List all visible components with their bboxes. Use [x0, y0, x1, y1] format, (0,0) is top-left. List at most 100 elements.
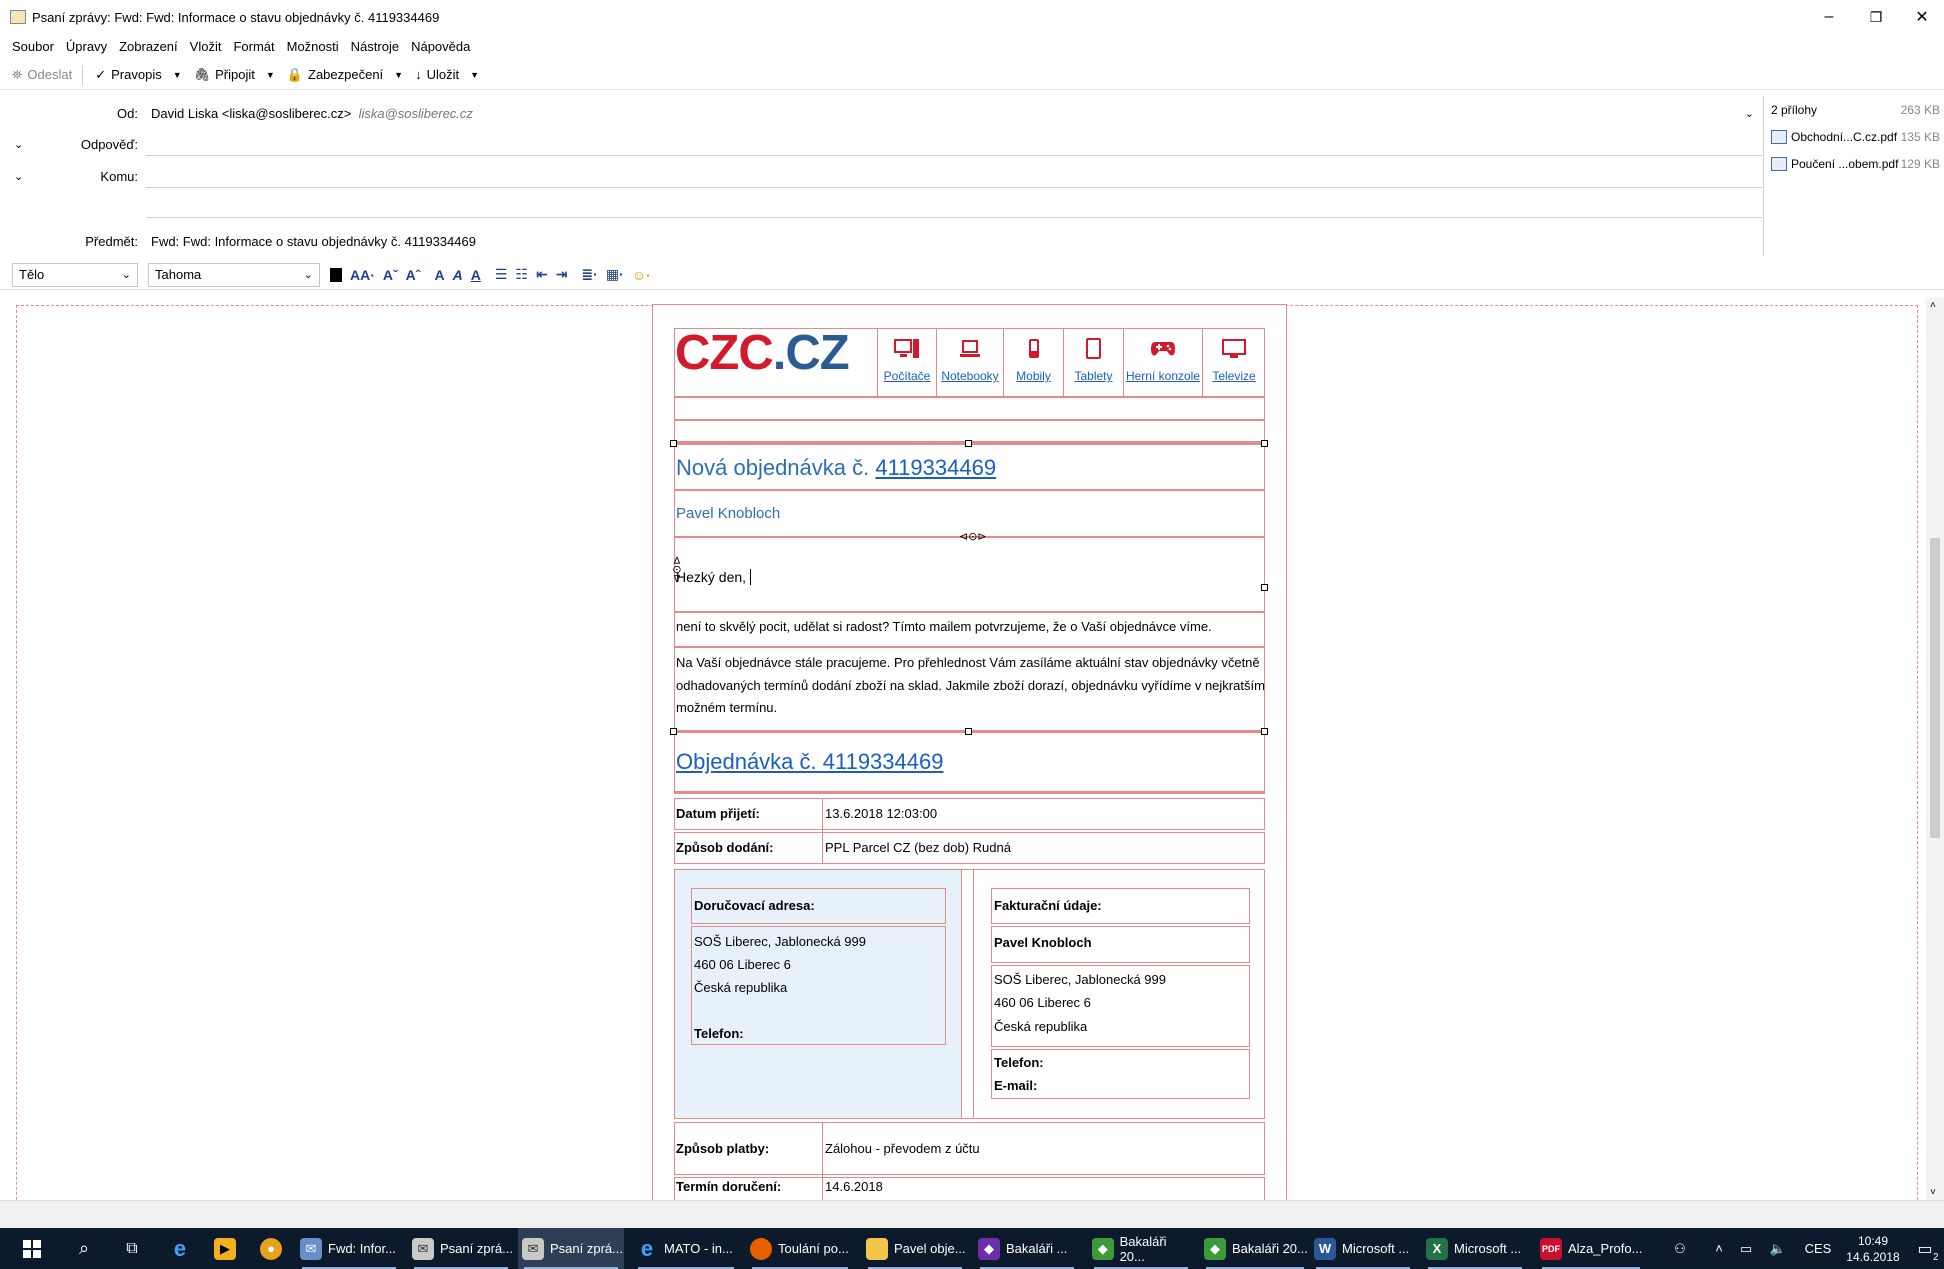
menu-napoveda[interactable]: Nápověda	[411, 39, 470, 54]
save-button[interactable]: ↓ Uložit ▼	[415, 67, 479, 82]
scrollbar-thumb[interactable]	[1930, 538, 1940, 838]
bullet-list-icon[interactable]: ☰	[495, 266, 508, 283]
subject-field[interactable]: Fwd: Fwd: Informace o stavu objednávky č…	[151, 234, 476, 249]
resize-handle[interactable]	[670, 728, 677, 735]
larger-font-icon[interactable]: Aˆ	[406, 267, 421, 283]
nav-mobily[interactable]: Mobily	[1003, 329, 1063, 396]
chevron-down-icon[interactable]: ▼	[470, 70, 479, 80]
chevron-down-icon[interactable]: ▼	[266, 70, 275, 80]
taskbar-item-compose-1[interactable]: ✉ Psaní zprá...	[408, 1228, 514, 1269]
spellcheck-button[interactable]: ✓ Pravopis ▼	[95, 67, 181, 83]
attachment-item[interactable]: Obchodní...C.cz.pdf 135 KB	[1764, 123, 1944, 150]
align-icon[interactable]: ≣·	[581, 266, 597, 283]
column-divider	[822, 798, 823, 864]
taskbar-item-fwd[interactable]: ✉ Fwd: Infor...	[296, 1228, 402, 1269]
start-button[interactable]	[10, 1228, 50, 1269]
taskbar-item-word[interactable]: W Microsoft ...	[1310, 1228, 1416, 1269]
taskbar-item-mato[interactable]: e MATO - in...	[632, 1228, 740, 1269]
clock-date: 14.6.2018	[1846, 1249, 1900, 1264]
font-family-select[interactable]: Tahoma ⌄	[148, 262, 320, 287]
text-color-icon[interactable]	[330, 267, 342, 282]
email-content: CZC.CZ Počítače Notebooky Mobily Tablety…	[652, 304, 1287, 1200]
menu-nastroje[interactable]: Nástroje	[351, 39, 399, 54]
chevron-down-icon[interactable]: ⌄	[1745, 107, 1754, 120]
insert-icon[interactable]: ▦·	[606, 266, 624, 283]
chevron-down-icon[interactable]: ⌄	[14, 170, 23, 183]
extra-recipient-field[interactable]	[146, 217, 1762, 218]
smaller-font-icon[interactable]: Aˇ	[383, 267, 398, 283]
order-heading: Nová objednávka č. 4119334469	[676, 453, 996, 483]
scroll-up-icon[interactable]: ˄	[1930, 300, 1936, 311]
word-icon: W	[1314, 1237, 1336, 1260]
compose-icon: ✉	[412, 1237, 434, 1260]
resize-handle[interactable]	[1261, 584, 1268, 591]
chevron-down-icon[interactable]: ▼	[394, 70, 403, 80]
shipping-value: PPL Parcel CZ (bez dob) Rudná	[825, 840, 1011, 855]
resize-handle[interactable]	[670, 440, 677, 447]
nav-notebooky[interactable]: Notebooky	[936, 329, 1003, 396]
taskbar-item-bakalari-3[interactable]: ◆ Bakaláři 20...	[1200, 1228, 1310, 1269]
menu-soubor[interactable]: Soubor	[12, 39, 54, 54]
order-number-link[interactable]: 4119334469	[875, 455, 996, 480]
task-view-icon[interactable]: ⧉	[110, 1228, 150, 1269]
resize-handle[interactable]	[965, 440, 972, 447]
nav-herni-konzole[interactable]: Herní konzole	[1123, 329, 1202, 396]
table-move-handle-icon[interactable]: ⊲⊙⊳	[959, 530, 987, 543]
indent-icon[interactable]: ⇥	[556, 266, 568, 283]
menu-upravy[interactable]: Úpravy	[66, 39, 107, 54]
nav-pocitace[interactable]: Počítače	[877, 329, 936, 396]
clock[interactable]: 10:49 14.6.2018	[1838, 1228, 1904, 1269]
nav-televize[interactable]: Televize	[1202, 329, 1265, 396]
emoji-icon[interactable]: ☺·	[632, 267, 651, 283]
close-button[interactable]: ✕	[1893, 0, 1944, 34]
taskbar-item-compose-2[interactable]: ✉ Psaní zprá...	[518, 1228, 624, 1269]
chrome-icon[interactable]: ●	[249, 1228, 289, 1269]
resize-handle[interactable]	[965, 728, 972, 735]
taskbar-item-excel[interactable]: X Microsoft ...	[1422, 1228, 1528, 1269]
to-field[interactable]	[146, 187, 1762, 188]
taskbar-item-bakalari-1[interactable]: ◆ Bakaláři ...	[974, 1228, 1080, 1269]
to-row: ⌄ Komu:	[0, 164, 1762, 188]
notification-center-icon[interactable]: ▭ 2	[1906, 1228, 1940, 1269]
taskbar-item-bakalari-2[interactable]: ◆ Bakaláři 20...	[1088, 1228, 1194, 1269]
people-icon[interactable]: ⚇	[1664, 1228, 1692, 1269]
send-button[interactable]: ⛯ Odeslat	[12, 67, 72, 83]
reply-field[interactable]	[146, 155, 1762, 156]
chevron-down-icon[interactable]: ▼	[173, 70, 182, 80]
paragraph-style-select[interactable]: Tělo ⌄	[12, 262, 138, 287]
search-icon[interactable]: ⌕	[62, 1228, 102, 1269]
taskbar-item-firefox[interactable]: Toulání po...	[746, 1228, 854, 1269]
menu-zobrazeni[interactable]: Zobrazení	[119, 39, 178, 54]
menu-vlozit[interactable]: Vložit	[190, 39, 222, 54]
taskbar-item-pdf[interactable]: PDF Alza_Profo...	[1536, 1228, 1646, 1269]
from-field[interactable]: David Liska <liska@sosliberec.cz> liska@…	[151, 106, 473, 121]
bold-icon[interactable]: A	[434, 267, 444, 283]
tray-chevron-icon[interactable]: ˄	[1706, 1228, 1728, 1269]
message-body-editor[interactable]: ˄ ˅ CZC.CZ Počítače Notebooky Mobily Tab…	[0, 298, 1944, 1200]
language-indicator[interactable]: CES	[1796, 1228, 1836, 1269]
resize-handle[interactable]	[1261, 440, 1268, 447]
attachments-summary[interactable]: 2 přílohy 263 KB	[1764, 96, 1944, 123]
numbered-list-icon[interactable]: ☷	[515, 266, 528, 283]
vertical-scrollbar[interactable]: ˄ ˅	[1926, 298, 1944, 1200]
nav-tablety[interactable]: Tablety	[1063, 329, 1123, 396]
resize-handle[interactable]	[1261, 728, 1268, 735]
attachment-item[interactable]: Poučení ...obem.pdf 129 KB	[1764, 150, 1944, 177]
order-link-heading[interactable]: Objednávka č. 4119334469	[676, 747, 943, 777]
underline-icon[interactable]: A	[471, 267, 481, 283]
czc-logo[interactable]: CZC.CZ	[675, 325, 850, 381]
italic-icon[interactable]: A	[453, 267, 463, 283]
scroll-down-icon[interactable]: ˅	[1930, 1187, 1936, 1198]
media-player-icon[interactable]: ▶	[203, 1228, 243, 1269]
attach-button[interactable]: 🖇 Připojit ▼	[194, 67, 275, 83]
menu-format[interactable]: Formát	[233, 39, 274, 54]
security-button[interactable]: 🔒 Zabezpečení ▼	[287, 67, 403, 83]
volume-icon[interactable]: 🔈	[1762, 1228, 1790, 1269]
outdent-icon[interactable]: ⇤	[536, 266, 548, 283]
menu-moznosti[interactable]: Možnosti	[287, 39, 339, 54]
font-size-icon[interactable]: AA·	[350, 267, 375, 283]
chevron-down-icon[interactable]: ⌄	[14, 138, 23, 151]
edge-icon[interactable]: e	[158, 1228, 198, 1269]
network-icon[interactable]: ▭	[1730, 1228, 1758, 1269]
taskbar-item-folder[interactable]: Pavel obje...	[862, 1228, 968, 1269]
